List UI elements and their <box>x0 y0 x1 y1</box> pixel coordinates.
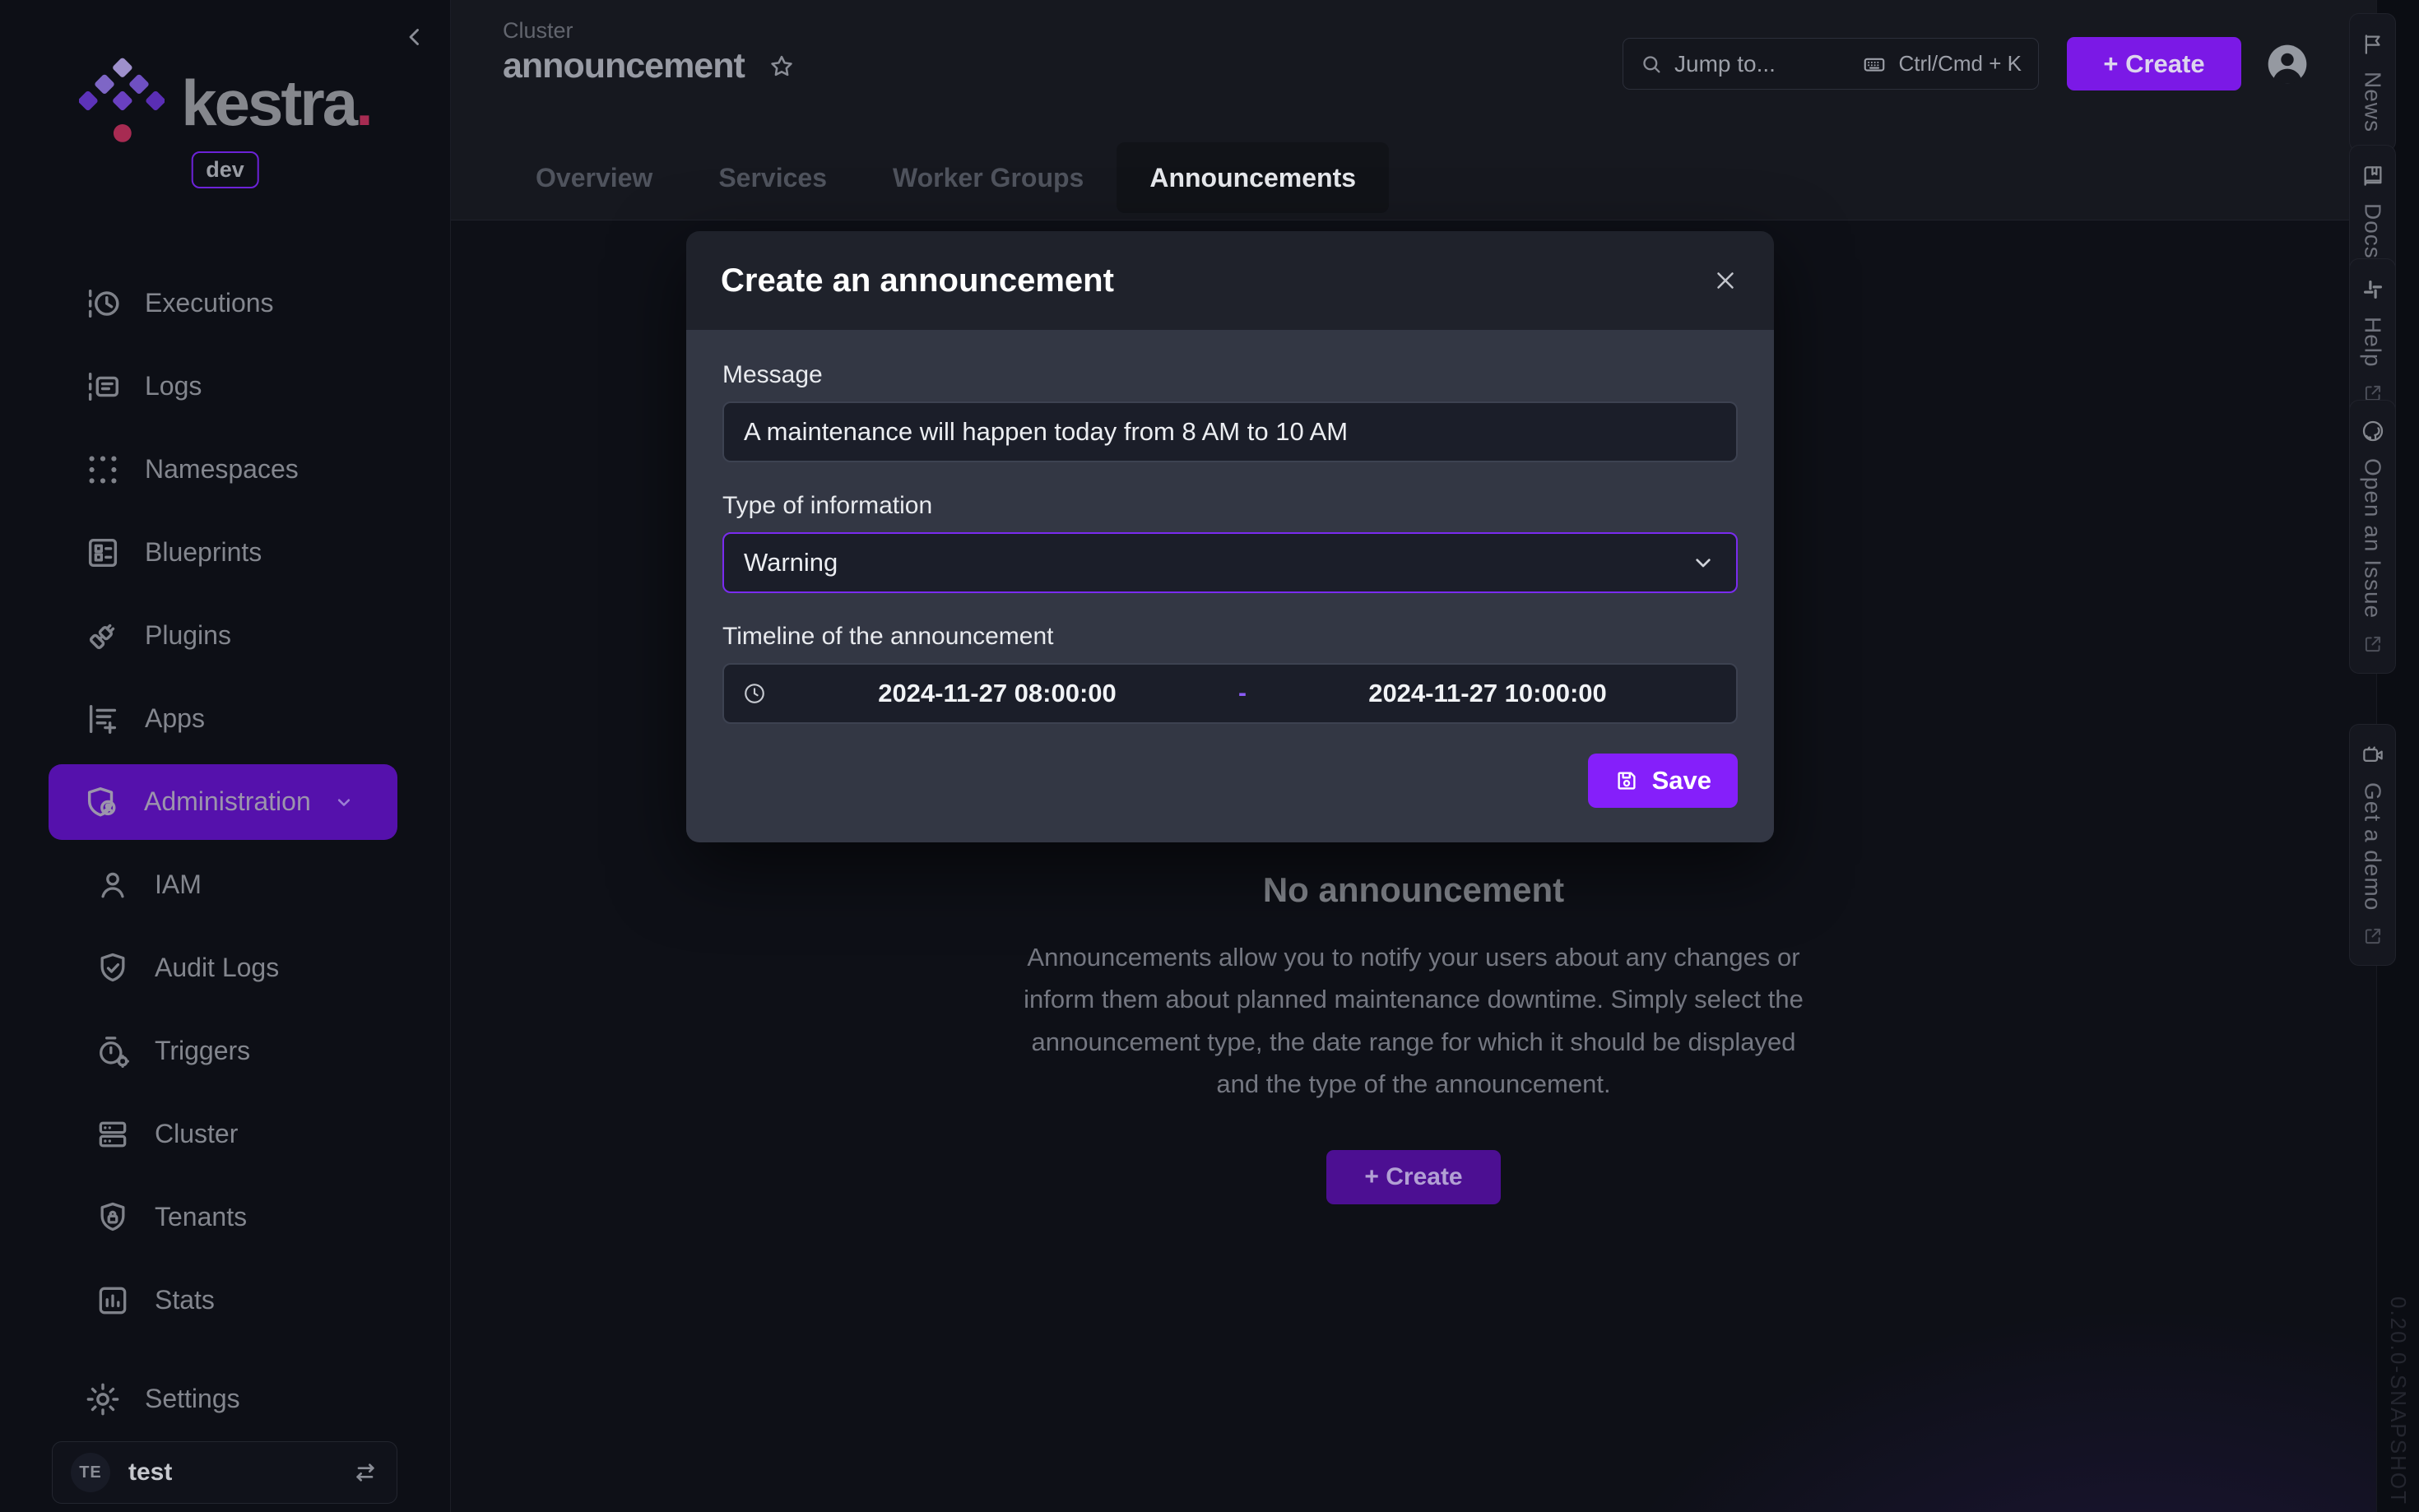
kestra-logo-text: kestra. <box>181 71 371 135</box>
cluster-tabs: Overview Services Worker Groups Announce… <box>503 142 1389 213</box>
kestra-app: kestra. dev Executions Logs Namespaces <box>0 0 2419 1512</box>
empty-state-title: No announcement <box>1010 870 1817 910</box>
keyboard-icon <box>1862 52 1887 77</box>
type-select-value: Warning <box>744 548 838 577</box>
search-icon <box>1640 53 1663 76</box>
tenant-avatar: TE <box>71 1453 110 1492</box>
type-label: Type of information <box>722 492 1738 520</box>
sidebar-item-iam[interactable]: IAM <box>0 843 450 926</box>
clock-icon <box>742 681 767 706</box>
tab-worker-groups[interactable]: Worker Groups <box>860 142 1117 213</box>
sidebar-nav: Executions Logs Namespaces Blueprints <box>0 262 450 1342</box>
sidebar-item-logs[interactable]: Logs <box>0 345 450 428</box>
rail-get-demo-button[interactable]: Get a demo <box>2349 724 2396 966</box>
administration-icon <box>83 783 121 821</box>
chevron-down-icon <box>1690 550 1716 576</box>
iam-icon <box>94 866 132 904</box>
gear-icon <box>84 1380 122 1418</box>
shield-check-icon <box>94 949 132 987</box>
sidebar-item-plugins[interactable]: Plugins <box>0 594 450 677</box>
rail-news-button[interactable]: News <box>2349 13 2396 151</box>
sidebar-item-audit-logs[interactable]: Audit Logs <box>0 926 450 1009</box>
bar-chart-icon <box>94 1282 132 1320</box>
namespaces-icon <box>84 451 122 489</box>
timeline-separator: - <box>1228 679 1257 707</box>
sidebar: kestra. dev Executions Logs Namespaces <box>0 0 451 1512</box>
shield-lock-icon <box>94 1199 132 1236</box>
rail-open-issue-button[interactable]: Open an Issue <box>2349 400 2396 674</box>
timer-gear-icon <box>94 1032 132 1070</box>
rail-help-button[interactable]: Help <box>2349 258 2396 423</box>
tab-services[interactable]: Services <box>685 142 860 213</box>
slack-icon <box>2361 277 2385 302</box>
page-title: announcement <box>503 46 745 86</box>
sidebar-item-blueprints[interactable]: Blueprints <box>0 511 450 594</box>
modal-body: Message Type of information Warning Time… <box>686 330 1774 842</box>
save-icon <box>1614 768 1639 793</box>
executions-icon <box>84 285 122 322</box>
message-field[interactable] <box>722 401 1738 462</box>
tab-overview[interactable]: Overview <box>503 142 685 213</box>
tab-announcements[interactable]: Announcements <box>1117 142 1389 213</box>
flag-icon <box>2361 32 2385 57</box>
video-icon <box>2361 743 2385 768</box>
user-avatar[interactable] <box>2264 41 2310 87</box>
version-label: 0.20.0-SNAPSHOT <box>2385 1296 2411 1505</box>
administration-active-pill: Administration <box>49 764 397 840</box>
external-link-icon <box>2362 925 2384 947</box>
top-header: Cluster announcement Jump to... Ctrl/Cmd… <box>451 0 2376 220</box>
search-placeholder: Jump to... <box>1674 51 1776 77</box>
book-icon <box>2361 164 2385 188</box>
header-create-button[interactable]: + Create <box>2067 37 2241 90</box>
sidebar-item-tenants[interactable]: Tenants <box>0 1176 450 1259</box>
sidebar-item-namespaces[interactable]: Namespaces <box>0 428 450 511</box>
logs-icon <box>84 368 122 406</box>
sidebar-item-settings[interactable]: Settings <box>0 1357 450 1440</box>
settings-row-container: Settings <box>0 1357 450 1440</box>
modal-header: Create an announcement <box>686 231 1774 330</box>
sidebar-item-triggers[interactable]: Triggers <box>0 1009 450 1092</box>
github-icon <box>2361 419 2385 443</box>
save-button[interactable]: Save <box>1588 754 1738 808</box>
empty-state: No announcement Announcements allow you … <box>1010 870 1817 1204</box>
search-input[interactable]: Jump to... Ctrl/Cmd + K <box>1623 38 2039 90</box>
server-stack-icon <box>94 1115 132 1153</box>
sidebar-item-executions[interactable]: Executions <box>0 262 450 345</box>
timeline-end-input[interactable]: 2024-11-27 10:00:00 <box>1257 679 1718 708</box>
blueprints-icon <box>84 534 122 572</box>
save-button-label: Save <box>1652 766 1711 795</box>
tenant-switcher[interactable]: TE test <box>52 1441 397 1504</box>
sidebar-item-cluster[interactable]: Cluster <box>0 1092 450 1176</box>
message-label: Message <box>722 361 1738 389</box>
kestra-logo[interactable]: kestra. <box>0 53 450 153</box>
search-shortcut: Ctrl/Cmd + K <box>1898 51 2022 77</box>
empty-state-create-button[interactable]: + Create <box>1326 1150 1501 1204</box>
close-icon[interactable] <box>1711 267 1739 295</box>
create-announcement-modal: Create an announcement Message Type of i… <box>686 231 1774 842</box>
environment-badge: dev <box>191 151 259 188</box>
chevron-down-icon <box>332 791 355 814</box>
favorite-star-icon[interactable] <box>768 53 796 81</box>
empty-state-description: Announcements allow you to notify your u… <box>1010 936 1817 1106</box>
external-link-icon <box>2362 633 2384 655</box>
breadcrumb[interactable]: Cluster <box>503 18 573 44</box>
timeline-range-field[interactable]: 2024-11-27 08:00:00 - 2024-11-27 10:00:0… <box>722 663 1738 724</box>
sidebar-item-apps[interactable]: Apps <box>0 677 450 760</box>
swap-tenant-icon[interactable] <box>352 1459 378 1486</box>
apps-icon <box>84 700 122 738</box>
type-select[interactable]: Warning <box>722 532 1738 593</box>
sidebar-item-administration[interactable]: Administration <box>0 760 450 843</box>
plugins-icon <box>84 617 122 655</box>
timeline-start-input[interactable]: 2024-11-27 08:00:00 <box>767 679 1228 708</box>
modal-title: Create an announcement <box>721 262 1114 299</box>
timeline-label: Timeline of the announcement <box>722 623 1738 651</box>
sidebar-collapse-icon[interactable] <box>401 23 429 51</box>
kestra-logo-icon <box>79 53 165 153</box>
sidebar-item-stats[interactable]: Stats <box>0 1259 450 1342</box>
